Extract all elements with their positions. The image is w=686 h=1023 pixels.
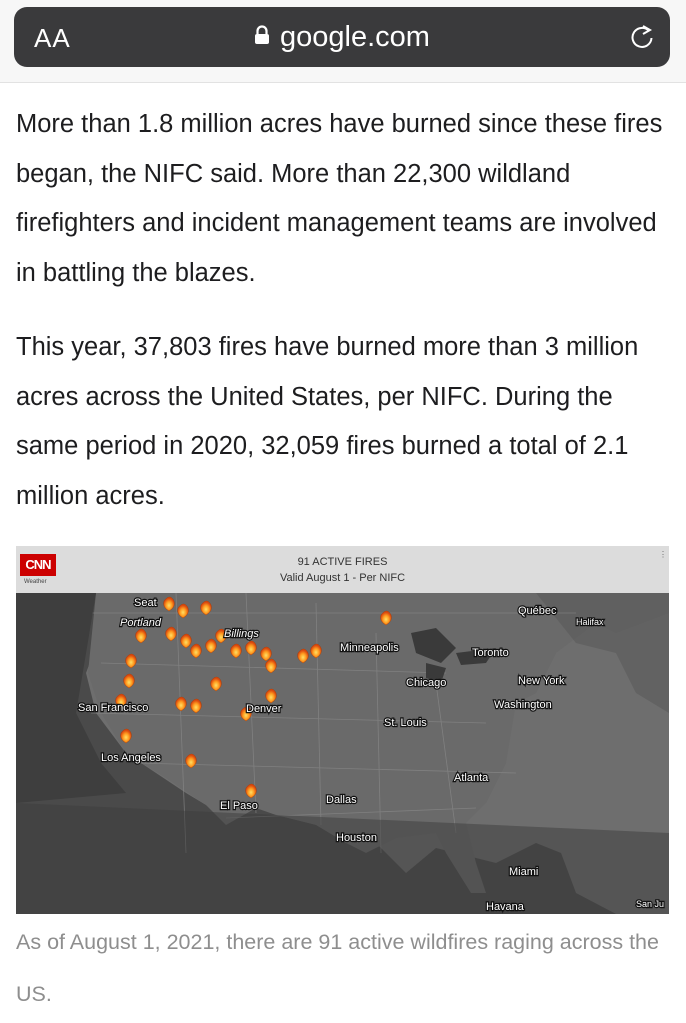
city-label: Atlanta	[454, 772, 489, 784]
more-icon: ⋮	[659, 550, 667, 559]
city-label: San Francisco	[78, 702, 148, 714]
wildfire-map-figure: CNN Weather 91 ACTIVE FIRES Valid August…	[16, 546, 669, 914]
city-label: Los Angeles	[101, 752, 161, 764]
city-label: Minneapolis	[340, 642, 399, 654]
us-map: Seat Portland Billings Minneapolis Québe…	[16, 593, 669, 914]
city-label: Denver	[246, 703, 282, 715]
city-label: Billings	[224, 628, 259, 640]
city-label: Portland	[120, 617, 162, 629]
address-bar[interactable]: AA google.com	[14, 7, 670, 67]
city-label: Seat	[134, 597, 157, 609]
article-paragraph: This year, 37,803 fires have burned more…	[16, 333, 639, 510]
city-label: Dallas	[326, 794, 357, 806]
city-label: Québec	[518, 605, 557, 617]
figure-subtitle: Valid August 1 - Per NIFC	[279, 572, 406, 584]
figure-caption: As of August 1, 2021, there are 91 activ…	[16, 930, 659, 1006]
city-label: El Paso	[220, 800, 258, 812]
figure-header: CNN Weather 91 ACTIVE FIRES Valid August…	[16, 546, 669, 593]
city-label: Toronto	[472, 647, 509, 659]
city-label: St. Louis	[384, 717, 427, 729]
city-label: Miami	[509, 866, 538, 878]
city-label: Chicago	[406, 677, 446, 689]
article-paragraph: More than 1.8 million acres have burned …	[16, 110, 663, 287]
browser-toolbar: AA google.com	[0, 0, 686, 83]
city-label: New York	[518, 675, 565, 687]
lock-icon	[255, 25, 270, 45]
url-text: google.com	[280, 21, 430, 53]
city-label: Houston	[336, 832, 377, 844]
city-label: Washington	[494, 699, 552, 711]
figure-title: 91 ACTIVE FIRES	[297, 556, 388, 568]
city-label: San Ju	[636, 899, 664, 909]
reload-icon[interactable]	[628, 22, 656, 52]
url-display[interactable]: google.com	[14, 21, 670, 54]
city-label: Havana	[486, 901, 525, 913]
city-label: Halifax	[576, 617, 604, 627]
